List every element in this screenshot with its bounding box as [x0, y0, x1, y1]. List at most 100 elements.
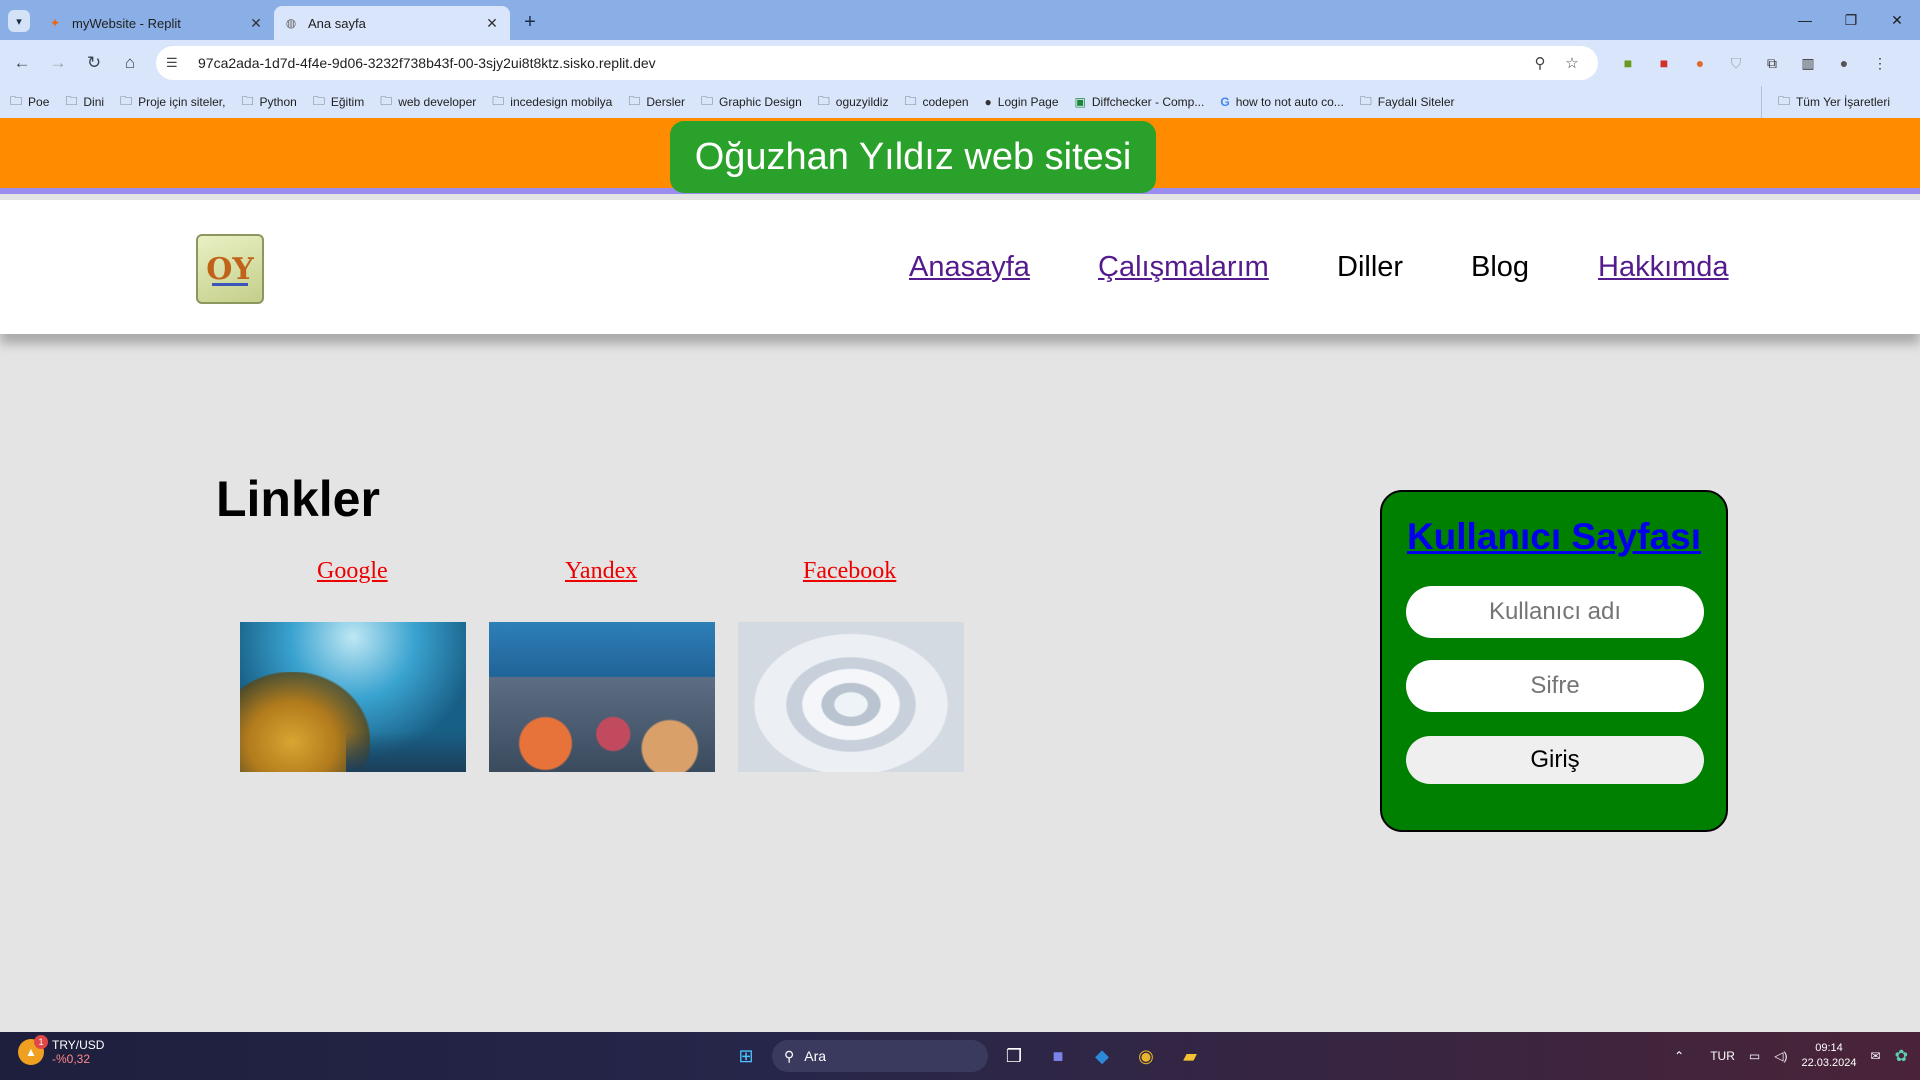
bookmark-label: oguzyildiz: [835, 95, 889, 109]
bookmark-poe[interactable]: 🗀 Poe: [10, 92, 49, 113]
underwater-coral-image-2: [489, 622, 715, 772]
input-language[interactable]: TUR: [1710, 1049, 1735, 1063]
bookmark-label: Graphic Design: [719, 95, 802, 109]
task-view-icon[interactable]: ❐: [992, 1040, 1036, 1072]
reload-button[interactable]: ↻: [76, 45, 112, 81]
url-text[interactable]: 97ca2ada-1d7d-4f4e-9d06-3232f738b43f-00-…: [198, 55, 1524, 71]
chevron-up-icon[interactable]: ⌃: [1674, 1049, 1684, 1063]
side-panel-icon[interactable]: ▥: [1790, 45, 1826, 81]
yandex-link[interactable]: Yandex: [565, 558, 637, 585]
tab-mywebsite-replit[interactable]: ✦ myWebsite - Replit ✕: [38, 6, 274, 40]
extension-orange-icon[interactable]: ●: [1682, 45, 1718, 81]
tab-ana-sayfa[interactable]: ◍ Ana sayfa ✕: [274, 6, 510, 40]
folder-icon: 🗀: [120, 93, 133, 108]
folder-icon: 🗀: [241, 93, 254, 108]
bookmark-label: incedesign mobilya: [510, 95, 613, 109]
stock-widget[interactable]: ▲ 1 TRY/USD -%0,32: [18, 1035, 104, 1066]
tab-title: myWebsite - Replit: [72, 15, 181, 31]
bookmark-how-to[interactable]: Ghow to not auto co...: [1220, 95, 1343, 109]
bookmark-graphic-design[interactable]: 🗀 Graphic Design: [701, 92, 802, 113]
folder-icon: 🗀: [1777, 93, 1790, 108]
back-button[interactable]: ←: [4, 45, 40, 81]
bookmark-label: codepen: [922, 95, 969, 109]
date: 22.03.2024: [1801, 1057, 1857, 1069]
codepen-icon: ●: [984, 95, 992, 109]
links-heading: Linkler: [216, 471, 380, 527]
google-link[interactable]: Google: [317, 558, 388, 585]
bookmark-label: Dersler: [646, 95, 686, 109]
nav-link-hakkimda[interactable]: Hakkımda: [1598, 251, 1729, 284]
bookmark-star-icon[interactable]: ☆: [1556, 54, 1588, 72]
bookmark-oguzyildiz[interactable]: 🗀 oguzyildiz: [818, 92, 889, 113]
time: 09:14: [1815, 1042, 1843, 1054]
replit-icon: ✦: [49, 16, 61, 30]
network-icon[interactable]: ▭: [1749, 1049, 1760, 1063]
copilot-icon[interactable]: ✿: [1895, 1046, 1908, 1066]
bookmark-egitim[interactable]: 🗀 Eğitim: [313, 92, 364, 113]
bookmark-diffchecker[interactable]: ▣ Diffchecker - Comp...: [1075, 95, 1205, 109]
diffchecker-icon: ▣: [1074, 95, 1086, 109]
system-tray: ⌃ TUR ▭ ◁) 09:14 22.03.2024 ✉ ✿: [1660, 1032, 1908, 1080]
login-button[interactable]: Giriş: [1406, 736, 1704, 784]
extension-red-icon[interactable]: ■: [1646, 45, 1682, 81]
bookmark-label: Diffchecker - Comp...: [1091, 95, 1205, 109]
home-button[interactable]: ⌂: [112, 45, 148, 81]
bookmark-label: Dini: [83, 95, 105, 109]
notification-bell-icon[interactable]: ✉: [1871, 1049, 1881, 1063]
nav-item-blog[interactable]: Blog: [1471, 251, 1529, 284]
all-bookmarks[interactable]: 🗀 Tüm Yer İşaretleri: [1760, 86, 1890, 118]
chrome-icon[interactable]: ◉: [1124, 1040, 1168, 1072]
bookmark-login-page[interactable]: ● Login Page: [985, 95, 1059, 109]
nav-item-diller[interactable]: Diller: [1337, 251, 1403, 284]
bookmark-incedesign[interactable]: 🗀 incedesign mobilya: [492, 92, 612, 113]
bookmark-codepen[interactable]: 🗀 codepen: [904, 92, 968, 113]
bookmark-label: Login Page: [997, 95, 1059, 109]
vscode-icon[interactable]: ◆: [1080, 1040, 1124, 1072]
site-info-icon[interactable]: ☰: [166, 55, 188, 71]
extension-green-icon[interactable]: ■: [1610, 45, 1646, 81]
new-tab-button[interactable]: +: [516, 8, 544, 36]
user-page-link[interactable]: Kullanıcı Sayfası: [1382, 516, 1726, 558]
tab-search-dropdown[interactable]: ▾: [8, 10, 30, 32]
close-tab-icon[interactable]: ✕: [248, 15, 264, 32]
ticker-change: -%0,32: [52, 1052, 91, 1066]
bookmark-proje[interactable]: 🗀 Proje için siteler,: [120, 92, 225, 113]
extension-shield-icon[interactable]: ⛉: [1718, 45, 1754, 81]
browser-toolbar: ← → ↻ ⌂ ☰ 97ca2ada-1d7d-4f4e-9d06-3232f7…: [0, 40, 1920, 86]
teams-chat-icon[interactable]: ■: [1036, 1040, 1080, 1072]
windows-start-icon[interactable]: ⊞: [724, 1040, 768, 1072]
zoom-icon[interactable]: ⚲: [1524, 54, 1556, 72]
bookmark-python[interactable]: 🗀 Python: [241, 92, 296, 113]
menu-kebab-icon[interactable]: ⋮: [1862, 45, 1898, 81]
bookmark-label: Python: [259, 95, 297, 109]
chart-icon: ▲ 1: [18, 1035, 48, 1065]
site-logo[interactable]: OY: [196, 234, 264, 304]
clock[interactable]: 09:14 22.03.2024: [1801, 1041, 1856, 1071]
username-input[interactable]: [1406, 586, 1704, 638]
bookmark-faydali-siteler[interactable]: 🗀 Faydalı Siteler: [1360, 92, 1455, 113]
taskbar-search[interactable]: ⚲ Ara: [772, 1040, 988, 1072]
volume-icon[interactable]: ◁): [1774, 1049, 1787, 1063]
nav-link-anasayfa[interactable]: Anasayfa: [909, 251, 1030, 284]
restore-button[interactable]: ❐: [1828, 0, 1874, 40]
forward-button[interactable]: →: [40, 45, 76, 81]
folder-icon: 🗀: [380, 93, 393, 108]
profile-avatar[interactable]: ●: [1826, 45, 1862, 81]
bookmark-web-developer[interactable]: 🗀 web developer: [380, 92, 476, 113]
close-window-button[interactable]: ✕: [1874, 0, 1920, 40]
password-input[interactable]: [1406, 660, 1704, 712]
bookmark-dini[interactable]: 🗀 Dini: [65, 92, 104, 113]
folder-icon: 🗀: [10, 93, 23, 108]
folder-icon: 🗀: [492, 93, 505, 108]
address-bar[interactable]: ☰ 97ca2ada-1d7d-4f4e-9d06-3232f738b43f-0…: [156, 46, 1598, 80]
file-explorer-icon[interactable]: ▰: [1168, 1040, 1212, 1072]
folder-icon: 🗀: [628, 93, 641, 108]
site-title: Oğuzhan Yıldız web sitesi: [670, 121, 1156, 193]
minimize-button[interactable]: —: [1782, 0, 1828, 40]
spiral-architecture-image: [738, 622, 964, 772]
bookmark-dersler[interactable]: 🗀 Dersler: [628, 92, 685, 113]
extensions-puzzle-icon[interactable]: ⧉: [1754, 45, 1790, 81]
facebook-link[interactable]: Facebook: [803, 558, 896, 585]
close-tab-icon[interactable]: ✕: [484, 15, 500, 32]
nav-link-calismalarim[interactable]: Çalışmalarım: [1098, 251, 1269, 284]
